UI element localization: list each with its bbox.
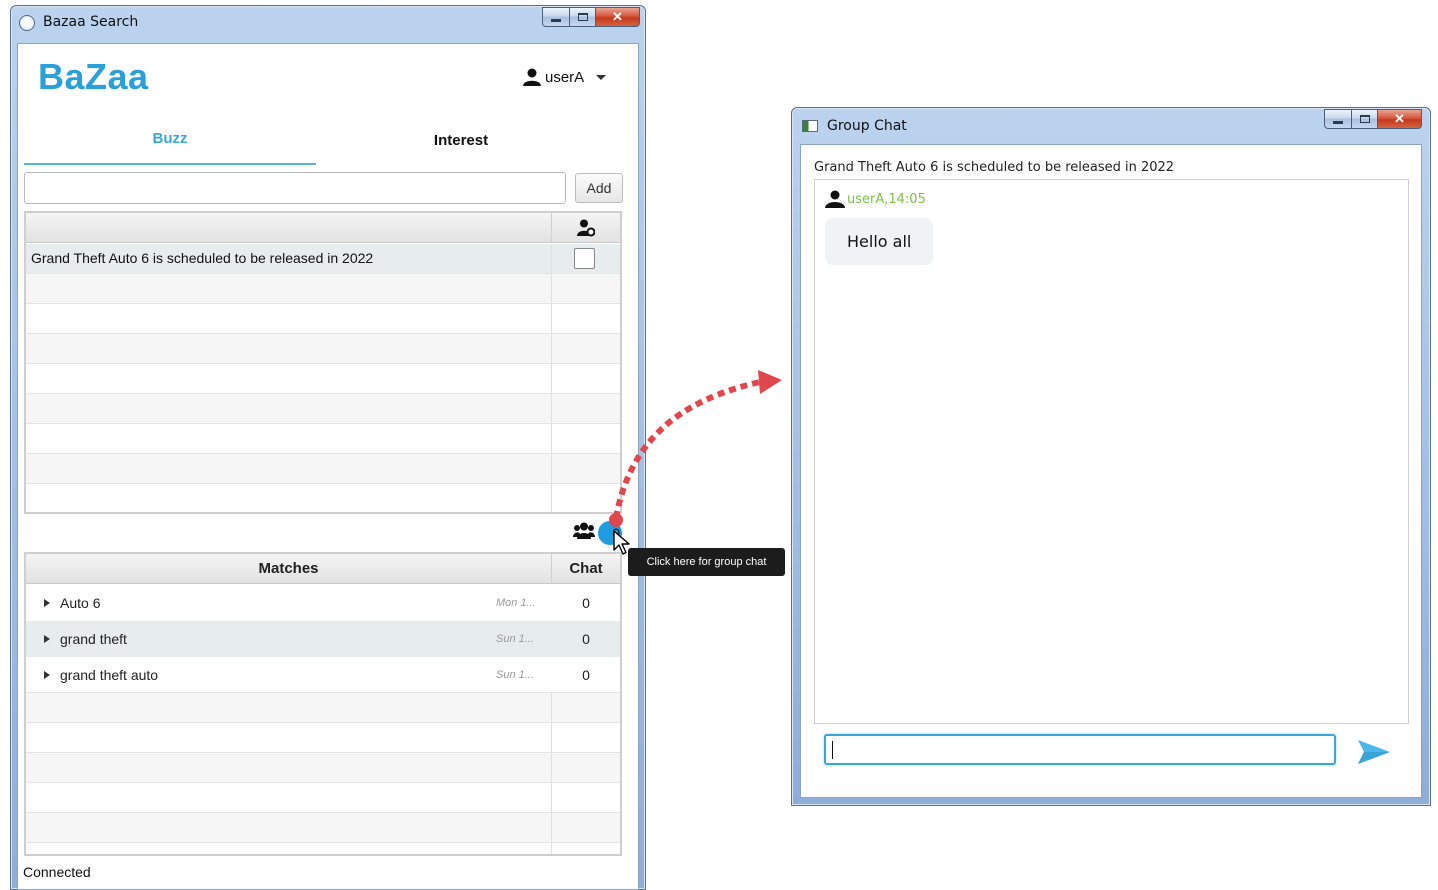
main-window: Bazaa Search ✕ BaZaa userA Buzz Interest…: [10, 5, 646, 890]
matches-header[interactable]: Matches: [26, 554, 551, 584]
status-text: Connected: [23, 864, 91, 880]
match-chat-count: 0: [582, 631, 590, 647]
user-settings-icon: [577, 219, 595, 237]
message-header: userA,14:05: [825, 190, 926, 208]
expand-arrow-icon[interactable]: [44, 671, 50, 679]
matches-table: Matches Chat Auto 6 Mon 1... 0 grand the…: [24, 552, 622, 856]
minimize-button[interactable]: [1324, 109, 1352, 129]
tab-buzz-label: Buzz: [152, 130, 188, 147]
chevron-down-icon: [596, 74, 607, 80]
buzz-table: Grand Theft Auto 6 is scheduled to be re…: [24, 211, 622, 514]
chat-window-titlebar[interactable]: Group Chat ✕: [792, 108, 1430, 138]
tooltip-text: Click here for group chat: [646, 556, 767, 568]
match-chat-count: 0: [582, 667, 590, 683]
tab-interest-label: Interest: [433, 132, 489, 149]
annotation-arrow: [609, 370, 782, 527]
user-icon: [523, 68, 541, 86]
buzz-row-checkbox[interactable]: [574, 248, 595, 269]
app-logo: BaZaa: [38, 56, 149, 97]
match-row-grand-theft[interactable]: grand theft Sun 1... 0: [26, 621, 620, 657]
empty-row: [26, 783, 620, 813]
maximize-button[interactable]: [570, 7, 596, 27]
user-name: userA: [545, 68, 585, 86]
match-name: Auto 6: [60, 595, 101, 611]
message-bubble: Hello all: [825, 218, 934, 265]
chat-header[interactable]: Chat: [551, 554, 620, 584]
close-button[interactable]: ✕: [596, 7, 640, 27]
expand-arrow-icon[interactable]: [44, 635, 50, 643]
match-row-grand-theft-auto[interactable]: grand theft auto Sun 1... 0: [26, 657, 620, 693]
message-text: Hello all: [847, 232, 912, 251]
empty-row: [26, 753, 620, 783]
user-menu[interactable]: userA: [523, 68, 607, 86]
maximize-button[interactable]: [1352, 109, 1378, 129]
empty-row: [26, 334, 620, 364]
empty-row: [26, 454, 620, 484]
match-date: Mon 1...: [496, 597, 536, 609]
tab-interest[interactable]: Interest: [316, 132, 606, 167]
tab-buzz[interactable]: Buzz: [24, 130, 316, 165]
buzz-row-text: Grand Theft Auto 6 is scheduled to be re…: [31, 250, 374, 266]
group-icon[interactable]: [573, 522, 595, 540]
match-date: Sun 1...: [496, 669, 534, 681]
empty-row: [26, 693, 620, 723]
empty-row: [26, 304, 620, 334]
minimize-button[interactable]: [542, 7, 570, 27]
match-chat-count: 0: [582, 595, 590, 611]
chat-window-title: Group Chat: [827, 118, 907, 134]
buzz-input[interactable]: [24, 172, 566, 204]
message-sender: userA,14:05: [847, 191, 926, 207]
column-divider: [551, 693, 552, 854]
main-window-content: BaZaa userA Buzz Interest Add Grand Thef…: [17, 43, 639, 890]
empty-row: [26, 424, 620, 454]
empty-row: [26, 723, 620, 753]
empty-row: [26, 274, 620, 304]
text-caret: [832, 741, 833, 759]
user-icon: [825, 190, 845, 208]
buzz-join-header: [551, 213, 620, 243]
empty-row: [26, 813, 620, 843]
match-name: grand theft: [60, 631, 127, 647]
main-window-titlebar[interactable]: Bazaa Search ✕: [11, 6, 645, 36]
expand-arrow-icon[interactable]: [44, 599, 50, 607]
app-icon: [19, 15, 35, 31]
empty-row: [26, 394, 620, 424]
match-row-auto-6[interactable]: Auto 6 Mon 1... 0: [26, 585, 620, 621]
window-icon: [802, 120, 818, 132]
send-icon[interactable]: [1357, 739, 1391, 765]
empty-row: [26, 484, 620, 512]
group-chat-tooltip: Click here for group chat: [628, 548, 785, 576]
buzz-table-header: [26, 213, 620, 243]
chat-window-content: Grand Theft Auto 6 is scheduled to be re…: [800, 144, 1422, 798]
main-window-title: Bazaa Search: [43, 14, 139, 30]
match-date: Sun 1...: [496, 633, 534, 645]
chat-topic: Grand Theft Auto 6 is scheduled to be re…: [814, 160, 1175, 175]
chat-window: Group Chat ✕ Grand Theft Auto 6 is sched…: [791, 107, 1431, 806]
buzz-row[interactable]: Grand Theft Auto 6 is scheduled to be re…: [26, 244, 620, 274]
add-button[interactable]: Add: [575, 173, 623, 203]
column-divider: [551, 244, 552, 512]
match-name: grand theft auto: [60, 667, 159, 683]
empty-row: [26, 364, 620, 394]
chat-input[interactable]: [824, 734, 1336, 765]
close-button[interactable]: ✕: [1378, 109, 1422, 129]
chat-messages-panel[interactable]: userA,14:05 Hello all: [814, 179, 1409, 724]
